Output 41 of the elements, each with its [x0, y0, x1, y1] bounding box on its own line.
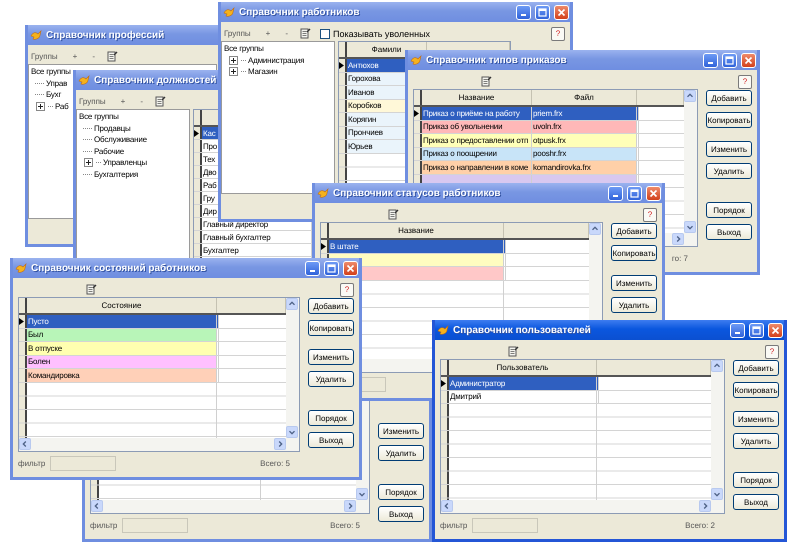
- window-title: Справочник работников: [239, 6, 360, 18]
- table-cell: Пусто: [27, 315, 217, 328]
- total-count: го: 7: [672, 254, 688, 262]
- table-cell: priem.frx: [532, 107, 637, 120]
- table-cell: uvoln.frx: [532, 120, 637, 133]
- table-cell: otpusk.frx: [532, 134, 637, 146]
- column-header: Состояние: [102, 301, 142, 310]
- table-cell: Приказ об увольнении: [422, 120, 532, 133]
- column-header: Название: [458, 93, 494, 102]
- table-cell: komandirovka.frx: [532, 161, 637, 174]
- table-cell: Был: [27, 328, 217, 341]
- groups-label: Группы: [223, 29, 252, 38]
- window-title: Справочник статусов работников: [333, 188, 501, 198]
- table-cell: Командировка: [27, 369, 217, 382]
- table-cell: В отпуске: [27, 342, 217, 354]
- table-cell: Приказ о направлении в коме: [422, 161, 532, 174]
- column-header: Файл: [574, 93, 594, 102]
- window-title: Справочник пользователей: [453, 324, 591, 336]
- total-count: Всего: 5: [330, 520, 360, 530]
- column-header: Пользователь: [496, 363, 548, 372]
- window-title: Справочник должностей: [94, 74, 216, 86]
- table-cell: Приказ о приёме на работу: [422, 107, 532, 120]
- table-cell: pooshr.frx: [532, 148, 637, 160]
- table-cell: Болен: [27, 356, 217, 368]
- total-count: Всего: 2: [685, 520, 715, 530]
- checkbox-label: Показывать уволенных: [333, 28, 430, 38]
- groups-label: Группы: [78, 97, 107, 106]
- table-cell: Администратор: [449, 377, 597, 390]
- window-title: Справочник типов приказов: [426, 54, 567, 66]
- groups-label: Группы: [30, 52, 59, 61]
- table-cell: Дмитрий: [449, 390, 597, 403]
- window-title: Справочник состояний работников: [31, 262, 206, 274]
- table-cell: В штате: [329, 240, 504, 252]
- total-count: Всего: 5: [260, 458, 290, 468]
- table-cell: Приказ о предоставлении отп: [422, 134, 532, 146]
- filter-label: фильтр: [440, 520, 468, 530]
- table-cell: Приказ о поощрении: [422, 148, 532, 160]
- filter-label: фильтр: [90, 520, 118, 530]
- filter-label: фильтр: [18, 458, 46, 468]
- column-header: Фамили: [372, 45, 402, 54]
- window-title: Справочник профессий: [46, 30, 164, 40]
